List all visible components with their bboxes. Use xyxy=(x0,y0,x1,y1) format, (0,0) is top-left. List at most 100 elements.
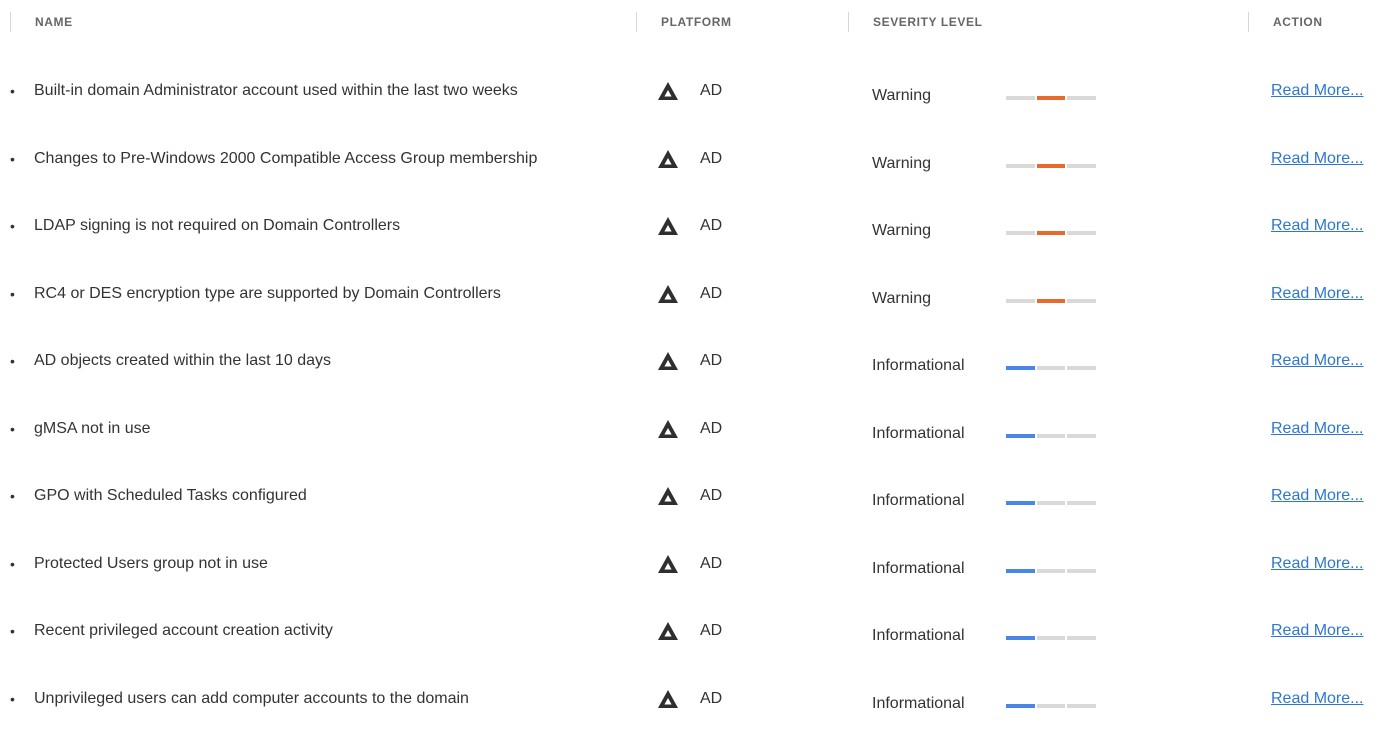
severity-meter xyxy=(1006,366,1096,370)
table-row: •RC4 or DES encryption type are supporte… xyxy=(0,263,1388,331)
severity-label: Warning xyxy=(872,222,931,240)
severity-meter-segment xyxy=(1006,569,1035,573)
bullet-icon: • xyxy=(10,556,15,572)
finding-name: Unprivileged users can add computer acco… xyxy=(34,690,469,708)
table-row: • Recent privileged account creation acti… xyxy=(0,600,1388,668)
triangle-logo-icon xyxy=(657,419,679,439)
severity-meter-segment xyxy=(1006,164,1035,168)
platform-label: AD xyxy=(700,555,722,573)
triangle-logo-icon xyxy=(657,216,679,236)
severity-meter-segment xyxy=(1067,434,1096,438)
severity-meter xyxy=(1006,96,1096,100)
table-row: • Unprivileged users can add computer acc… xyxy=(0,668,1388,735)
triangle-logo-icon xyxy=(657,621,679,641)
severity-meter-segment xyxy=(1037,501,1066,505)
severity-meter xyxy=(1006,704,1096,708)
severity-meter-segment xyxy=(1037,231,1066,235)
bullet-icon: • xyxy=(10,421,15,437)
read-more-link[interactable]: Read More... xyxy=(1271,622,1363,640)
finding-name: AD objects created within the last 10 da… xyxy=(34,352,331,370)
severity-meter-segment xyxy=(1037,704,1066,708)
platform-label: AD xyxy=(700,352,722,370)
platform-label: AD xyxy=(700,420,722,438)
platform-label: AD xyxy=(700,217,722,235)
severity-meter-segment xyxy=(1006,231,1035,235)
table-row: • LDAP signing is not required on Domain … xyxy=(0,195,1388,263)
severity-meter-segment xyxy=(1006,636,1035,640)
severity-meter xyxy=(1006,569,1096,573)
severity-label: Informational xyxy=(872,492,965,510)
severity-label: Warning xyxy=(872,87,931,105)
bullet-icon: • xyxy=(10,353,15,369)
read-more-link[interactable]: Read More... xyxy=(1271,420,1363,438)
bullet-icon: • xyxy=(10,286,15,302)
finding-name: Changes to Pre-Windows 2000 Compatible A… xyxy=(34,150,537,168)
finding-name: gMSA not in use xyxy=(34,420,151,438)
severity-meter-segment xyxy=(1037,96,1066,100)
bullet-icon: • xyxy=(10,151,15,167)
platform-label: AD xyxy=(700,285,722,303)
severity-label: Warning xyxy=(872,290,931,308)
finding-name: GPO with Scheduled Tasks configured xyxy=(34,487,307,505)
platform-label: AD xyxy=(700,82,722,100)
severity-meter xyxy=(1006,636,1096,640)
severity-meter-segment xyxy=(1067,704,1096,708)
severity-label: Informational xyxy=(872,627,965,645)
table-row: • Built-in domain Administrator account u… xyxy=(0,60,1388,128)
severity-meter-segment xyxy=(1037,636,1066,640)
read-more-link[interactable]: Read More... xyxy=(1271,285,1363,303)
triangle-logo-icon xyxy=(657,149,679,169)
read-more-link[interactable]: Read More... xyxy=(1271,217,1363,235)
severity-meter-segment xyxy=(1006,299,1035,303)
severity-label: Warning xyxy=(872,155,931,173)
severity-meter-segment xyxy=(1037,164,1066,168)
severity-meter-segment xyxy=(1006,96,1035,100)
severity-label: Informational xyxy=(872,560,965,578)
read-more-link[interactable]: Read More... xyxy=(1271,555,1363,573)
read-more-link[interactable]: Read More... xyxy=(1271,690,1363,708)
column-header-severity[interactable]: SEVERITY LEVEL xyxy=(848,12,983,32)
table-header: NAME PLATFORM SEVERITY LEVEL ACTION xyxy=(0,0,1388,44)
severity-meter-segment xyxy=(1067,366,1096,370)
severity-meter xyxy=(1006,164,1096,168)
severity-meter-segment xyxy=(1037,434,1066,438)
platform-label: AD xyxy=(700,150,722,168)
triangle-logo-icon xyxy=(657,554,679,574)
table-row: • Protected Users group not in use AD Infor… xyxy=(0,533,1388,601)
column-header-name[interactable]: NAME xyxy=(10,12,73,32)
platform-label: AD xyxy=(700,487,722,505)
bullet-icon: • xyxy=(10,488,15,504)
bullet-icon: • xyxy=(10,623,15,639)
severity-meter xyxy=(1006,434,1096,438)
read-more-link[interactable]: Read More... xyxy=(1271,487,1363,505)
read-more-link[interactable]: Read More... xyxy=(1271,82,1363,100)
severity-meter xyxy=(1006,231,1096,235)
bullet-icon: • xyxy=(10,83,15,99)
column-header-action[interactable]: ACTION xyxy=(1248,12,1323,32)
finding-name: Built-in domain Administrator account us… xyxy=(34,82,518,100)
severity-meter-segment xyxy=(1006,434,1035,438)
finding-name: LDAP signing is not required on Domain C… xyxy=(34,217,400,235)
bullet-icon: • xyxy=(10,218,15,234)
severity-meter-segment xyxy=(1037,366,1066,370)
severity-meter-segment xyxy=(1067,569,1096,573)
read-more-link[interactable]: Read More... xyxy=(1271,150,1363,168)
triangle-logo-icon xyxy=(657,486,679,506)
severity-meter xyxy=(1006,501,1096,505)
read-more-link[interactable]: Read More... xyxy=(1271,352,1363,370)
table-row: • AD objects created within the last 10 d… xyxy=(0,330,1388,398)
column-header-platform[interactable]: PLATFORM xyxy=(636,12,732,32)
severity-meter-segment xyxy=(1067,636,1096,640)
severity-meter-segment xyxy=(1067,164,1096,168)
bullet-icon: • xyxy=(10,691,15,707)
severity-meter xyxy=(1006,299,1096,303)
triangle-logo-icon xyxy=(657,689,679,709)
finding-name: Recent privileged account creation activ… xyxy=(34,622,333,640)
table-body: • Built-in domain Administrator account u… xyxy=(0,60,1388,735)
finding-name: Protected Users group not in use xyxy=(34,555,268,573)
severity-meter-segment xyxy=(1006,501,1035,505)
platform-label: AD xyxy=(700,622,722,640)
triangle-logo-icon xyxy=(657,81,679,101)
severity-meter-segment xyxy=(1006,704,1035,708)
severity-meter-segment xyxy=(1037,299,1066,303)
